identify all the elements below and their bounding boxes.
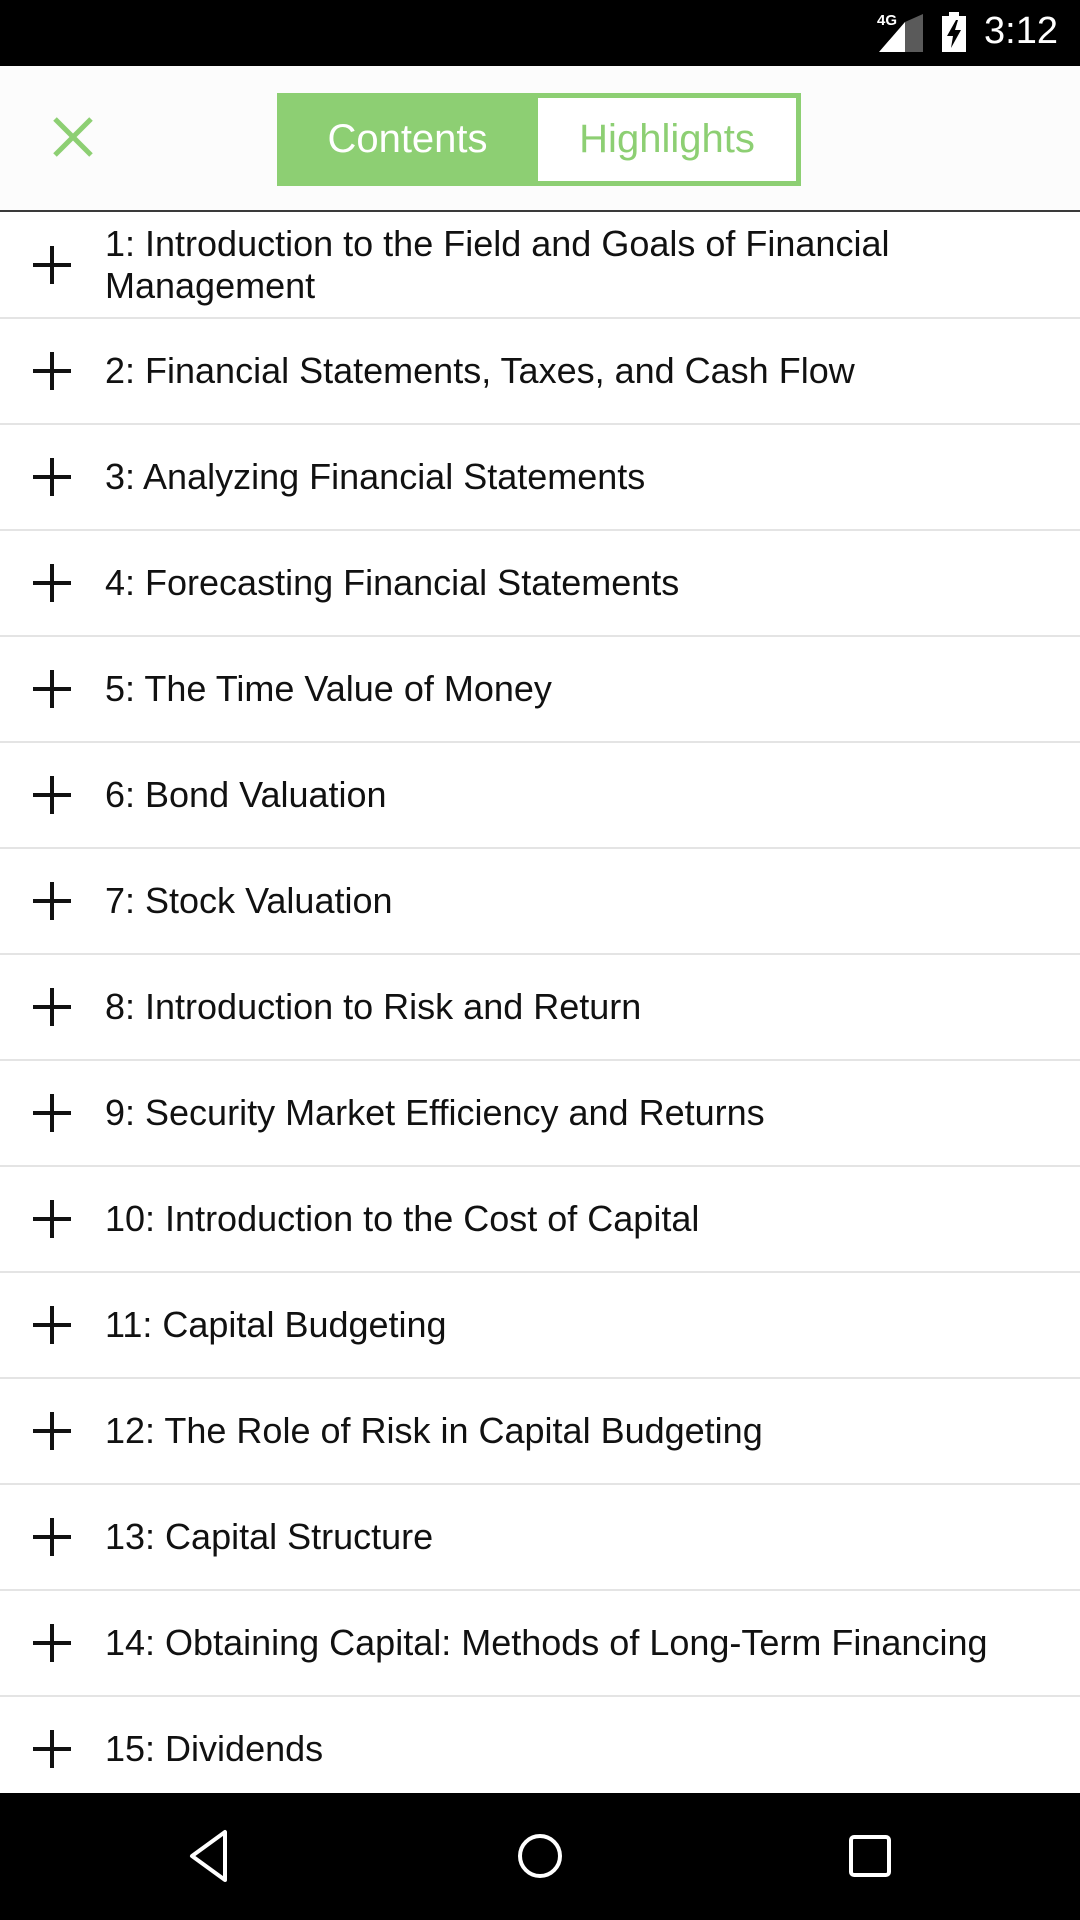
toc-item-label: 5: The Time Value of Money: [105, 668, 552, 709]
navigation-bar: [0, 1793, 1080, 1920]
toc-item[interactable]: 1: Introduction to the Field and Goals o…: [0, 213, 1080, 319]
signal-icon: [879, 14, 923, 52]
toc-item-label: 7: Stock Valuation: [105, 880, 393, 921]
toc-item[interactable]: 4: Forecasting Financial Statements: [0, 531, 1080, 637]
toc-item[interactable]: 8: Introduction to Risk and Return: [0, 955, 1080, 1061]
plus-icon[interactable]: [33, 1200, 71, 1238]
plus-icon[interactable]: [33, 246, 71, 284]
battery-charging-icon: [942, 12, 966, 52]
close-button[interactable]: [48, 112, 98, 162]
toc-item-label: 1: Introduction to the Field and Goals o…: [105, 223, 890, 306]
toc-item-label: 14: Obtaining Capital: Methods of Long-T…: [105, 1622, 988, 1663]
plus-icon[interactable]: [33, 458, 71, 496]
toc-item[interactable]: 2: Financial Statements, Taxes, and Cash…: [0, 319, 1080, 425]
home-icon: [518, 1834, 562, 1878]
toc-item[interactable]: 10: Introduction to the Cost of Capital: [0, 1167, 1080, 1273]
toc-item-label: 12: The Role of Risk in Capital Budgetin…: [105, 1410, 763, 1451]
plus-icon[interactable]: [33, 1412, 71, 1450]
plus-icon[interactable]: [33, 1730, 71, 1768]
toc-item[interactable]: 12: The Role of Risk in Capital Budgetin…: [0, 1379, 1080, 1485]
toc-item-label: 3: Analyzing Financial Statements: [105, 456, 646, 497]
toc-item-label: 8: Introduction to Risk and Return: [105, 986, 642, 1027]
home-button[interactable]: [510, 1826, 570, 1886]
toc-item-label: 2: Financial Statements, Taxes, and Cash…: [105, 350, 855, 391]
toc-item[interactable]: 13: Capital Structure: [0, 1485, 1080, 1591]
toc-item-label: 6: Bond Valuation: [105, 774, 387, 815]
plus-icon[interactable]: [33, 1624, 71, 1662]
toc-item-label: 9: Security Market Efficiency and Return…: [105, 1092, 765, 1133]
plus-icon[interactable]: [33, 988, 71, 1026]
toc-item-label: 11: Capital Budgeting: [105, 1304, 447, 1345]
close-icon: [53, 117, 93, 157]
toc-item-label: 4: Forecasting Financial Statements: [105, 562, 680, 603]
toc-item-label: 10: Introduction to the Cost of Capital: [105, 1198, 700, 1239]
plus-icon[interactable]: [33, 1518, 71, 1556]
plus-icon[interactable]: [33, 1094, 71, 1132]
plus-icon[interactable]: [33, 352, 71, 390]
tab-toggle: Contents Highlights: [277, 93, 801, 186]
toc-list[interactable]: 1: Introduction to the Field and Goals o…: [0, 213, 1080, 1793]
toc-item[interactable]: 11: Capital Budgeting: [0, 1273, 1080, 1379]
plus-icon[interactable]: [33, 1306, 71, 1344]
plus-icon[interactable]: [33, 564, 71, 602]
header: Contents Highlights: [0, 66, 1080, 212]
status-bar: 4G 3:12: [0, 0, 1080, 66]
toc-item[interactable]: 3: Analyzing Financial Statements: [0, 425, 1080, 531]
toc-item[interactable]: 7: Stock Valuation: [0, 849, 1080, 955]
toc-item[interactable]: 9: Security Market Efficiency and Return…: [0, 1061, 1080, 1167]
toc-item[interactable]: 14: Obtaining Capital: Methods of Long-T…: [0, 1591, 1080, 1697]
plus-icon[interactable]: [33, 776, 71, 814]
tab-highlights[interactable]: Highlights: [538, 98, 796, 181]
toc-item-label: 13: Capital Structure: [105, 1516, 434, 1557]
plus-icon[interactable]: [33, 670, 71, 708]
clock: 3:12: [984, 10, 1058, 52]
tab-contents[interactable]: Contents: [277, 93, 538, 186]
toc-item-label: 15: Dividends: [105, 1728, 324, 1769]
toc-item[interactable]: 15: Dividends: [0, 1697, 1080, 1793]
back-icon: [190, 1830, 227, 1882]
recents-icon: [849, 1835, 891, 1877]
plus-icon[interactable]: [33, 882, 71, 920]
back-button[interactable]: [180, 1826, 240, 1886]
recents-button[interactable]: [840, 1826, 900, 1886]
toc-item[interactable]: 5: The Time Value of Money: [0, 637, 1080, 743]
toc-item[interactable]: 6: Bond Valuation: [0, 743, 1080, 849]
